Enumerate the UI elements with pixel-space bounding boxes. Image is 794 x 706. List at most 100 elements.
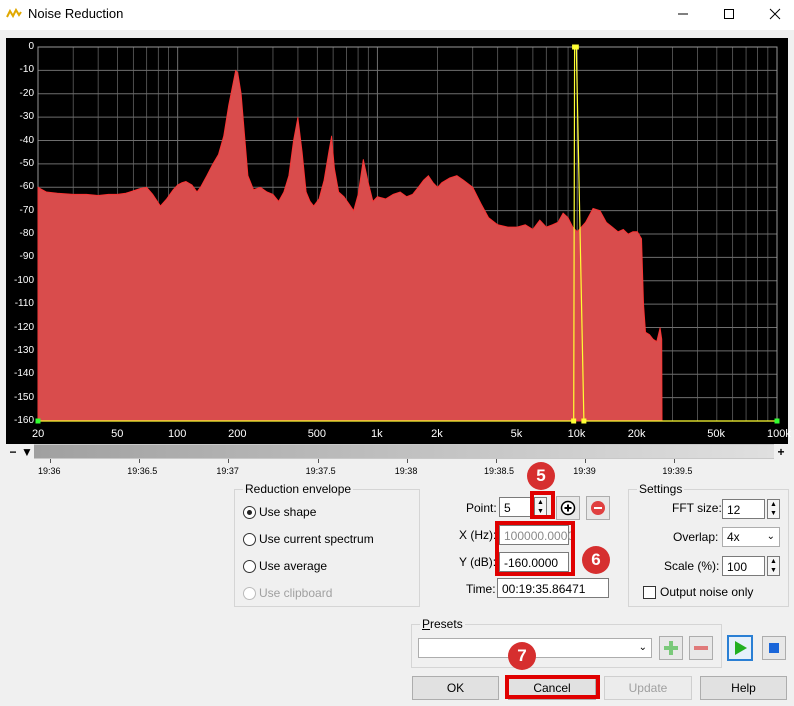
scroll-track[interactable] (34, 445, 774, 458)
time-label: Time: (466, 582, 496, 596)
x-axis-tick-label: 2k (431, 428, 443, 440)
radio-button-icon[interactable] (243, 505, 256, 519)
minimize-icon[interactable] (660, 0, 706, 28)
remove-point-button[interactable] (586, 496, 610, 520)
y-axis-tick-label: -80 (19, 228, 34, 239)
x-hz-field[interactable]: 100000.0000 (499, 525, 574, 545)
annotation-marker-5: 5 (527, 462, 555, 490)
presets-group: Presets ⌄ (411, 617, 722, 668)
zoom-out-button[interactable]: − (6, 444, 20, 459)
time-ruler: 19:36 19:36.5 19:37 19:37.5 19:38 19:38.5 19:3… (6, 459, 788, 479)
time-ruler-tick (496, 459, 497, 463)
chevron-down-icon[interactable]: ▼ (535, 507, 546, 516)
y-axis-tick-label: -70 (19, 204, 34, 216)
time-ruler-label: 19:38.5 (484, 466, 515, 476)
radio-use-shape[interactable]: Use shape (243, 504, 316, 520)
x-axis-tick-label: 5k (510, 428, 523, 440)
ok-button[interactable]: OK (412, 676, 499, 700)
radio-use-current-spectrum[interactable]: Use current spectrum (243, 531, 374, 547)
settings-title: Settings (637, 482, 685, 496)
checkbox-icon[interactable] (643, 585, 656, 599)
plus-circle-icon (560, 500, 576, 516)
presets-title-text: resets (430, 617, 463, 631)
cancel-button[interactable]: Cancel (508, 676, 596, 700)
chevron-down-icon[interactable]: ▼ (768, 566, 779, 575)
chevron-down-icon[interactable]: ▼ (768, 509, 779, 518)
close-icon[interactable] (752, 0, 794, 28)
x-axis-tick-label: 20k (627, 428, 646, 440)
envelope-point[interactable] (571, 418, 577, 424)
time-ruler-tick (317, 459, 319, 463)
radio-button-icon[interactable] (243, 559, 256, 573)
envelope-point[interactable] (774, 418, 780, 424)
y-db-field[interactable]: -160.0000 (499, 552, 569, 572)
chevron-up-icon[interactable]: ▲ (535, 498, 546, 507)
add-point-button[interactable] (556, 496, 580, 520)
stop-preview-button[interactable] (762, 636, 786, 660)
minus-circle-icon (591, 501, 605, 515)
x-axis-tick-label: 10k (567, 428, 586, 440)
spectrum-plot[interactable] (6, 38, 788, 444)
y-axis-tick-label: 0 (28, 41, 34, 52)
y-db-label: Y (dB): (459, 555, 497, 569)
scale-stepper[interactable]: ▲ ▼ (767, 556, 780, 576)
y-axis-tick-label: -60 (19, 181, 34, 193)
chevron-down-icon[interactable]: ⌄ (639, 639, 647, 657)
play-preview-button[interactable] (727, 635, 753, 661)
play-icon (735, 641, 747, 655)
y-axis-tick-label: -90 (19, 251, 34, 263)
time-ruler-tick (406, 459, 408, 463)
zoom-in-button[interactable]: + (774, 444, 788, 459)
spectrum-display[interactable]: 0 -10 -20 -30 -40 -50 -60 -70 -80 -90 -100 -110 -120… (6, 38, 791, 444)
add-preset-button[interactable] (659, 636, 683, 660)
output-noise-only-checkbox[interactable]: Output noise only (643, 584, 753, 600)
envelope-point[interactable] (35, 418, 41, 424)
point-field[interactable]: 5 (499, 497, 531, 517)
scale-label: Scale (%): (664, 559, 720, 573)
time-ruler-label: 19:37.5 (305, 466, 336, 476)
time-ruler-label: 19:37 (216, 466, 239, 476)
overlap-select[interactable]: 4x ⌄ (722, 527, 780, 547)
radio-button-icon (243, 586, 256, 600)
maximize-icon[interactable] (706, 0, 752, 28)
fft-size-field[interactable]: 12 (722, 499, 765, 519)
y-axis-tick-label: -110 (14, 298, 34, 310)
x-axis-tick-label: 100 (168, 428, 187, 440)
time-ruler-label: 19:39.5 (662, 466, 693, 476)
radio-use-average[interactable]: Use average (243, 558, 327, 574)
time-ruler-label: 19:36 (38, 466, 61, 476)
y-axis-tick-label: -50 (19, 157, 34, 169)
x-axis-tick-label: 20 (32, 428, 45, 440)
fft-size-label: FFT size: (672, 501, 722, 515)
scroll-dropdown-button[interactable]: ▼ (20, 444, 34, 459)
time-ruler-tick (139, 459, 141, 463)
chevron-up-icon[interactable]: ▲ (768, 557, 779, 566)
stop-icon (769, 643, 779, 653)
y-axis-tick-label: -150 (13, 391, 34, 403)
envelope-point[interactable] (581, 418, 587, 424)
radio-use-clipboard: Use clipboard (243, 585, 332, 601)
y-axis-tick-label: -20 (19, 87, 34, 99)
time-ruler-tick (50, 459, 51, 463)
reduction-envelope-title: Reduction envelope (243, 482, 354, 496)
point-stepper[interactable]: ▲ ▼ (534, 497, 547, 517)
annotation-marker-7: 7 (508, 642, 536, 670)
output-noise-only-label: Output noise only (660, 585, 754, 599)
chevron-up-icon[interactable]: ▲ (768, 500, 779, 509)
noise-spectrum-fill (37, 69, 663, 422)
time-scrollbar[interactable]: − ▼ + (6, 444, 788, 459)
time-ruler-label: 19:39 (573, 466, 596, 476)
help-button[interactable]: Help (700, 676, 787, 700)
presets-title: Presets (420, 617, 465, 631)
radio-label: Use average (259, 559, 328, 573)
time-field[interactable]: 00:19:35.86471 (497, 578, 609, 598)
scale-field[interactable]: 100 (722, 556, 765, 576)
x-hz-label: X (Hz): (459, 528, 497, 542)
fft-size-stepper[interactable]: ▲ ▼ (767, 499, 780, 519)
remove-preset-button[interactable] (689, 636, 713, 660)
envelope-point[interactable] (573, 44, 579, 50)
settings-group: Settings FFT size: 12 ▲ ▼ Overlap: 4x ⌄ … (628, 482, 789, 607)
radio-button-icon[interactable] (243, 532, 256, 546)
title-bar: Noise Reduction (0, 0, 794, 30)
chevron-down-icon[interactable]: ⌄ (767, 528, 775, 546)
